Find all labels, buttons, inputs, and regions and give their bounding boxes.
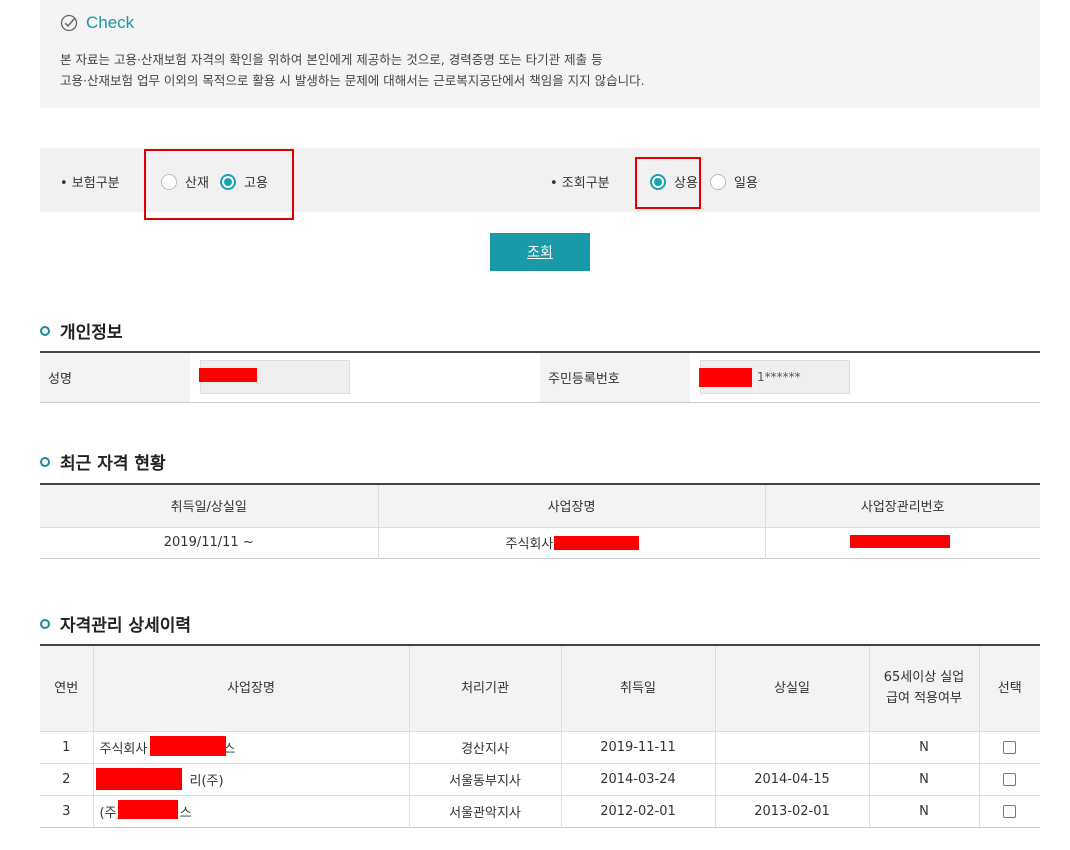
row-no: 1 xyxy=(40,730,94,763)
section-bullet-icon xyxy=(40,456,50,467)
row-select[interactable] xyxy=(979,762,1040,795)
notice-header: Check xyxy=(60,12,134,34)
row-select-checkbox[interactable] xyxy=(1003,772,1017,786)
check-circle-icon xyxy=(60,14,78,32)
table-header-row: 연번 사업장명 처리기관 취득일 상실일 65세이상 실업급여 적용여부 선택 xyxy=(40,645,1040,731)
notice-title: Check xyxy=(86,13,135,32)
col-header-select: 선택 xyxy=(979,645,1040,731)
redaction-status-mgmt-no xyxy=(850,535,950,548)
insurance-type-label: • 보험구분 xyxy=(60,176,120,191)
section-title-personal: 개인정보 xyxy=(40,318,123,343)
redaction-status-company xyxy=(554,536,639,550)
col-header-lost: 상실일 xyxy=(715,645,870,731)
status-date: 2019/11/11 ~ xyxy=(40,527,379,558)
query-type-label: • 조회구분 xyxy=(550,176,610,191)
section-title-personal-text: 개인정보 xyxy=(60,323,123,343)
col-header-company: 사업장명 xyxy=(93,645,410,731)
highlight-box-insurance xyxy=(144,149,294,220)
table-row: 2 리(주) 서울동부지사 2014-03-24 2014-04-15 N xyxy=(40,762,1040,795)
col-header-acquired: 취득일 xyxy=(561,645,716,731)
row-select[interactable] xyxy=(979,794,1040,828)
row-lost: 2013-02-01 xyxy=(715,794,870,828)
row-select-checkbox[interactable] xyxy=(1003,740,1017,754)
row-lost xyxy=(715,730,870,763)
row-acquired: 2012-02-01 xyxy=(561,794,716,828)
name-label: 성명 xyxy=(40,352,190,402)
row-office: 서울관악지사 xyxy=(409,794,562,828)
row-acquired: 2014-03-24 xyxy=(561,762,716,795)
redaction-name xyxy=(199,368,257,382)
section-bullet-icon xyxy=(40,618,50,629)
table-row: 3 (주) 스 서울관악지사 2012-02-01 2013-02-01 N xyxy=(40,794,1040,828)
section-title-status: 최근 자격 현황 xyxy=(40,449,166,474)
row-company: 주식회사 스 xyxy=(93,730,410,763)
row-over65: N xyxy=(869,794,980,828)
redaction-row3-company xyxy=(118,800,178,819)
radio-ilyong[interactable]: 일용 xyxy=(710,172,758,191)
row-select-checkbox[interactable] xyxy=(1003,804,1017,818)
col-header-company: 사업장명 xyxy=(378,484,766,528)
rrn-value: 1****** xyxy=(757,370,801,385)
row-lost: 2014-04-15 xyxy=(715,762,870,795)
col-header-office: 처리기관 xyxy=(409,645,562,731)
search-button[interactable]: 조회 xyxy=(490,233,590,271)
section-title-detail-text: 자격관리 상세이력 xyxy=(60,616,192,636)
section-title-status-text: 최근 자격 현황 xyxy=(60,454,166,474)
radio-ilyong-label: 일용 xyxy=(734,176,758,191)
notice-line-2: 고용·산재보험 업무 이외의 목적으로 활용 시 발생하는 문제에 대해서는 근… xyxy=(60,73,645,88)
section-bullet-icon xyxy=(40,325,50,336)
row-no: 3 xyxy=(40,794,94,828)
section-title-detail: 자격관리 상세이력 xyxy=(40,611,191,636)
personal-info-table: 성명 주민등록번호 1****** xyxy=(40,351,1040,403)
row-no: 2 xyxy=(40,762,94,795)
table-header-row: 취득일/상실일 사업장명 사업장관리번호 xyxy=(40,484,1040,528)
row-office: 서울동부지사 xyxy=(409,762,562,795)
rrn-label: 주민등록번호 xyxy=(540,352,690,402)
row-over65: N xyxy=(869,730,980,763)
redaction-row1-company xyxy=(150,736,226,756)
row-company-suffix: 스 xyxy=(179,805,192,821)
col-header-over65: 65세이상 실업급여 적용여부 xyxy=(869,645,980,731)
redaction-row2-company xyxy=(96,768,182,790)
redaction-rrn xyxy=(699,368,752,387)
row-select[interactable] xyxy=(979,730,1040,763)
highlight-box-query xyxy=(635,157,701,209)
row-company-prefix: 주식회사 xyxy=(99,741,148,757)
notice-line-1: 본 자료는 고용·산재보험 자격의 확인을 위하여 본인에게 제공하는 것으로,… xyxy=(60,52,603,67)
row-office: 경산지사 xyxy=(409,730,562,763)
col-header-no: 연번 xyxy=(40,645,94,731)
table-row: 성명 주민등록번호 1****** xyxy=(40,352,1040,402)
col-header-mgmt-no: 사업장관리번호 xyxy=(765,484,1040,528)
radio-ilyong-indicator[interactable] xyxy=(710,173,726,190)
row-company-suffix: 리(주) xyxy=(189,773,224,789)
status-company-text: 주식회사 xyxy=(505,537,554,552)
notice-box: Check 본 자료는 고용·산재보험 자격의 확인을 위하여 본인에게 제공하… xyxy=(40,0,1040,108)
row-acquired: 2019-11-11 xyxy=(561,730,716,763)
col-header-date: 취득일/상실일 xyxy=(40,484,379,528)
row-over65: N xyxy=(869,762,980,795)
